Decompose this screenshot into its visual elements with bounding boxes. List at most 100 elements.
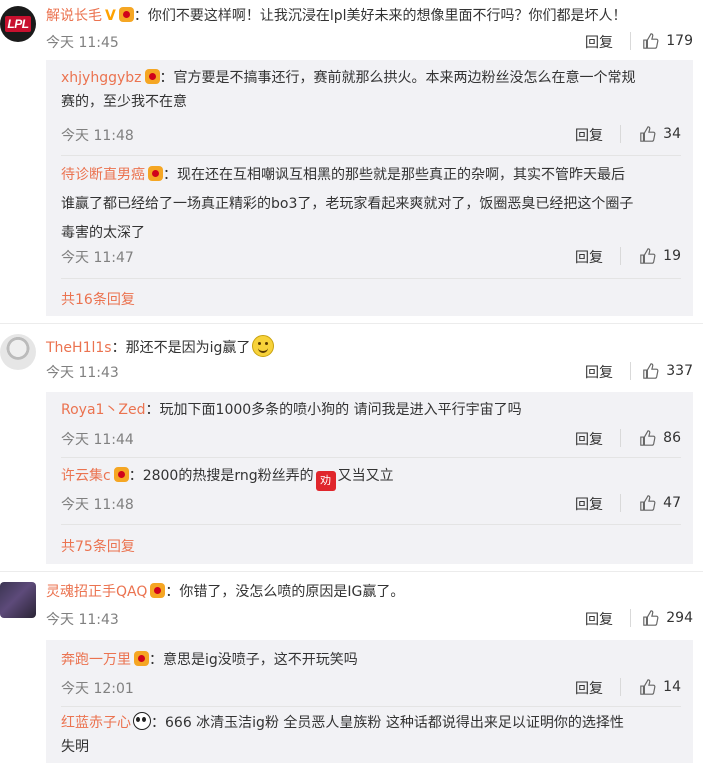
member-badge-icon — [148, 166, 163, 181]
divider — [61, 155, 681, 156]
stamp-emoji-icon: 劝 — [315, 471, 336, 491]
username[interactable]: 许云集c — [61, 468, 111, 484]
username[interactable]: 红蓝赤子心 — [61, 715, 131, 731]
divider — [620, 125, 621, 143]
divider — [61, 706, 681, 707]
like-button[interactable]: 294 — [642, 609, 693, 627]
reply-list: xhjyhggybz ：官方要是不搞事还行，赛前就那么拱火。本来两边粉丝没怎么在意… — [46, 60, 693, 316]
more-replies-link[interactable]: 共75条回复 — [61, 536, 135, 556]
like-count: 337 — [666, 363, 693, 379]
divider — [61, 524, 681, 525]
reply-meta: 今天 12:01 回复 14 — [61, 678, 681, 698]
comment-meta: 今天 11:45 回复 179 — [46, 32, 693, 52]
comment-text: TheH1l1s：那还不是因为ig赢了 — [46, 335, 693, 358]
reply-button[interactable]: 回复 — [575, 494, 603, 514]
divider — [61, 278, 681, 279]
username[interactable]: 灵魂招正手QAQ — [46, 584, 147, 600]
reply-text: 待诊断直男癌 ：现在还在互相嘲讽互相黑的那些就是那些真正的杂啊，其实不管昨天最后 … — [61, 166, 634, 241]
reply-text: Roya1丶Zed：玩加下面1000多条的喷小狗的 请问我是进入平行宇宙了吗 — [61, 402, 522, 418]
thumbs-up-icon — [640, 248, 656, 264]
like-count: 86 — [663, 430, 681, 446]
comment-meta: 今天 11:43 回复 294 — [46, 609, 693, 629]
reply-meta: 今天 11:44 回复 86 — [61, 429, 681, 449]
like-button[interactable]: 337 — [642, 362, 693, 380]
thumbs-up-icon — [643, 33, 659, 49]
verified-icon: V — [105, 8, 116, 24]
divider — [620, 429, 621, 447]
member-badge-icon — [118, 7, 134, 22]
comment-text: 灵魂招正手QAQ ：你错了，没怎么喷的原因是IG赢了。 — [46, 583, 405, 600]
like-count: 19 — [663, 248, 681, 264]
like-count: 179 — [666, 33, 693, 49]
thumbs-up-icon — [643, 363, 659, 379]
username[interactable]: xhjyhggybz — [61, 70, 142, 86]
like-button[interactable]: 14 — [639, 678, 681, 696]
timestamp: 今天 11:48 — [61, 128, 134, 144]
reply-button[interactable]: 回复 — [575, 429, 603, 449]
member-badge-icon — [113, 467, 129, 482]
reply-button[interactable]: 回复 — [585, 362, 613, 382]
thumbs-up-icon — [640, 430, 656, 446]
reply-text: 许云集c ：2800的热搜是rng粉丝弄的劝又当又立 — [61, 464, 681, 491]
reply-button[interactable]: 回复 — [585, 609, 613, 629]
avatar[interactable]: LPL — [0, 6, 36, 42]
reply-list: Roya1丶Zed：玩加下面1000多条的喷小狗的 请问我是进入平行宇宙了吗 今… — [46, 392, 693, 564]
reply-meta: 今天 11:47 回复 19 — [61, 247, 681, 267]
timestamp: 今天 12:01 — [61, 681, 134, 697]
timestamp: 今天 11:44 — [61, 432, 134, 448]
like-count: 14 — [663, 679, 681, 695]
member-badge-icon — [144, 69, 160, 84]
divider — [620, 247, 621, 265]
reply-button[interactable]: 回复 — [585, 32, 613, 52]
reply-text: xhjyhggybz ：官方要是不搞事还行，赛前就那么拱火。本来两边粉丝没怎么在意… — [61, 69, 636, 110]
username[interactable]: Roya1丶Zed — [61, 402, 146, 418]
smile-emoji-icon — [252, 335, 275, 357]
divider — [61, 457, 681, 458]
reply-text: 奔跑一万里 ：意思是ig没喷子，这不开玩笑吗 — [61, 651, 358, 668]
divider — [620, 494, 621, 512]
username[interactable]: 待诊断直男癌 — [61, 167, 145, 183]
reply-text: 红蓝赤子心 ：666 冰清玉洁ig粉 全员恶人皇族粉 这种话都说得出来足以证明你的… — [61, 711, 681, 759]
avatar[interactable] — [0, 582, 36, 618]
divider — [630, 32, 631, 50]
divider — [0, 323, 703, 324]
username[interactable]: 解说长毛 — [46, 8, 102, 24]
panda-badge-icon — [133, 712, 151, 730]
like-button[interactable]: 19 — [639, 247, 681, 265]
timestamp: 今天 11:48 — [61, 497, 134, 513]
like-button[interactable]: 47 — [639, 494, 681, 512]
divider — [620, 678, 621, 696]
like-count: 47 — [663, 495, 681, 511]
like-button[interactable]: 34 — [639, 125, 681, 143]
comment-meta: 今天 11:43 回复 337 — [46, 362, 693, 382]
thumbs-up-icon — [640, 126, 656, 142]
comment-text: 解说长毛 V ：你们不要这样啊！让我沉浸在lpl美好未来的想像里面不行吗？你们都是坏… — [46, 7, 627, 24]
reply-meta: 今天 11:48 回复 47 — [61, 494, 681, 514]
timestamp: 今天 11:45 — [46, 35, 119, 51]
divider — [0, 571, 703, 572]
like-button[interactable]: 179 — [642, 32, 693, 50]
like-count: 34 — [663, 126, 681, 142]
divider — [630, 362, 631, 380]
reply-button[interactable]: 回复 — [575, 247, 603, 267]
reply-button[interactable]: 回复 — [575, 125, 603, 145]
username[interactable]: TheH1l1s — [46, 340, 112, 356]
timestamp: 今天 11:43 — [46, 365, 119, 381]
more-replies-link[interactable]: 共16条回复 — [61, 289, 135, 309]
reply-meta: 今天 11:48 回复 34 — [61, 125, 681, 145]
timestamp: 今天 11:47 — [61, 250, 134, 266]
divider — [630, 609, 631, 627]
member-badge-icon — [150, 583, 166, 598]
like-count: 294 — [666, 610, 693, 626]
avatar[interactable] — [0, 334, 36, 370]
username[interactable]: 奔跑一万里 — [61, 652, 131, 668]
member-badge-icon — [134, 651, 149, 666]
thumbs-up-icon — [643, 610, 659, 626]
timestamp: 今天 11:43 — [46, 612, 119, 628]
thumbs-up-icon — [640, 679, 656, 695]
like-button[interactable]: 86 — [639, 429, 681, 447]
lpl-logo: LPL — [5, 16, 31, 32]
thumbs-up-icon — [640, 495, 656, 511]
reply-button[interactable]: 回复 — [575, 678, 603, 698]
reply-list: 奔跑一万里 ：意思是ig没喷子，这不开玩笑吗 今天 12:01 回复 14 红蓝赤… — [46, 640, 693, 763]
